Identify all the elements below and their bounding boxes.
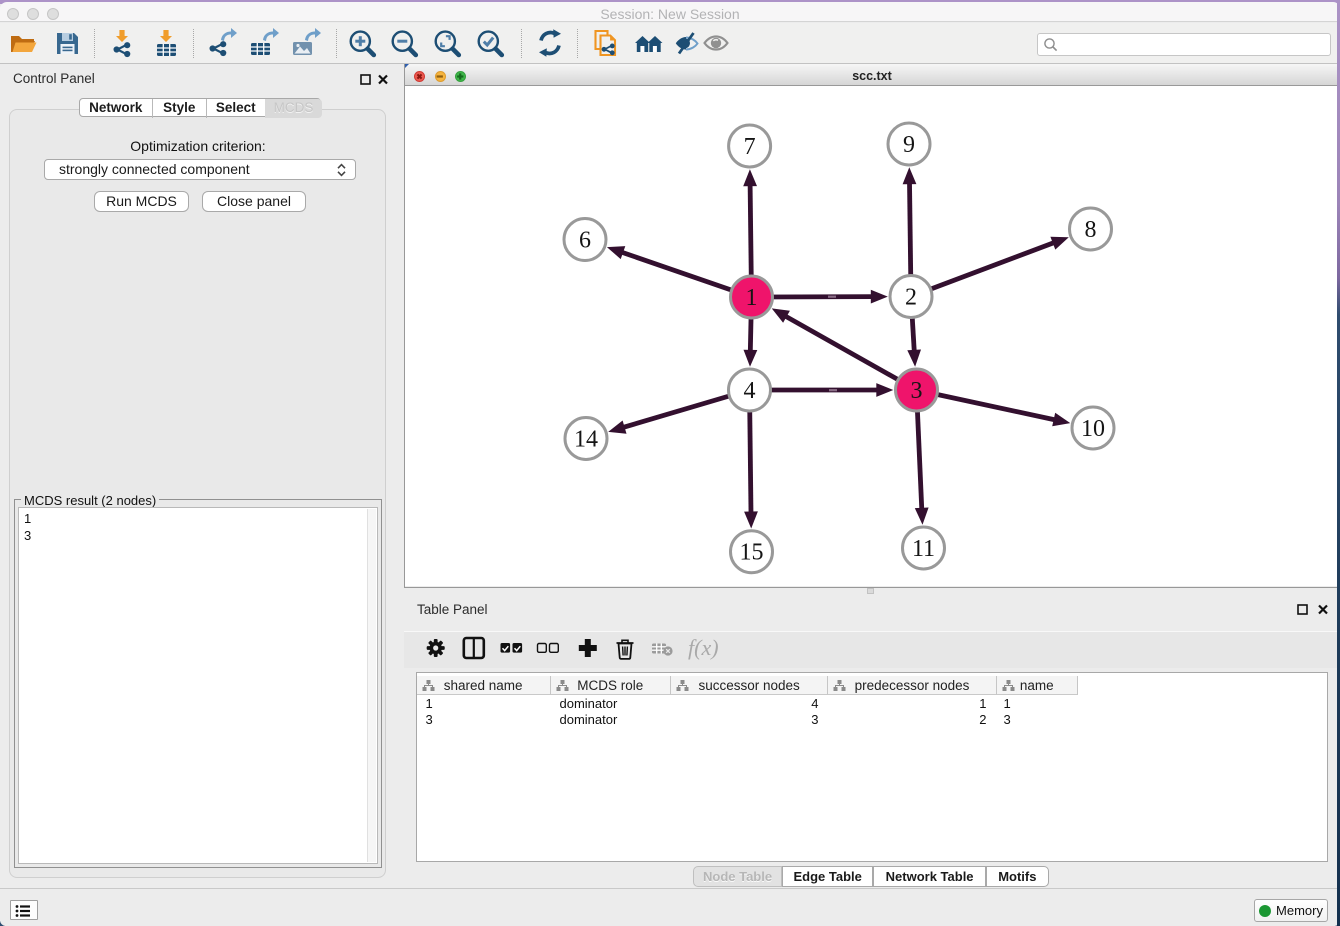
svg-text:3: 3	[911, 378, 923, 404]
svg-text:9: 9	[903, 132, 915, 158]
svg-text:8: 8	[1085, 217, 1097, 243]
svg-text:11: 11	[912, 536, 935, 562]
svg-text:4: 4	[744, 378, 756, 404]
svg-text:15: 15	[740, 540, 764, 566]
svg-text:6: 6	[579, 228, 591, 254]
svg-text:7: 7	[744, 134, 756, 160]
svg-text:14: 14	[574, 427, 598, 453]
svg-text:2: 2	[905, 285, 917, 311]
svg-text:10: 10	[1081, 416, 1105, 442]
svg-text:1: 1	[746, 285, 758, 311]
